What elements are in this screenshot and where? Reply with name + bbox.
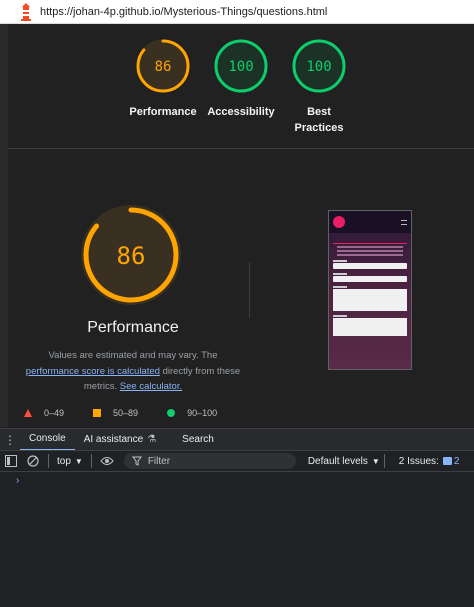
issues-button[interactable]: 2 Issues: 2 [399,456,460,467]
lighthouse-icon [21,2,31,21]
thumb-text [337,250,403,252]
legend-range: 50–89 [113,408,139,418]
sidebar-toggle-icon[interactable] [0,451,22,471]
gauge-label-line: Performance [129,106,197,118]
performance-score: 86 [117,242,146,270]
filter-icon [131,456,142,466]
thumb-label [333,315,347,317]
thumb-field [333,263,407,269]
filter-input[interactable]: Filter [123,453,296,469]
legend-range: 0–49 [44,408,65,418]
address-bar[interactable]: https://johan-4p.github.io/Mysterious-Th… [0,0,474,24]
dropdown-arrow-icon: ▼ [371,456,380,466]
gauge-score: 86 [155,59,172,75]
gauge-label-line: Best [307,106,331,118]
gauge-score: 100 [306,59,331,75]
thumb-menu-icon [401,219,407,225]
dropdown-arrow-icon: ▼ [74,456,83,466]
console-toolbar: top ▼ Filter Default levels ▼ 2 Issues: … [0,450,474,472]
thumb-divider [333,243,407,244]
gauge-label-line: Practices [294,122,344,134]
lighthouse-report: 86 Performance 100 Accessibility 100 Bes… [0,24,474,427]
see-calculator-link[interactable]: See calculator. [120,381,182,392]
tab-label: Console [29,433,66,444]
log-levels-dropdown[interactable]: Default levels ▼ [308,456,380,467]
thumb-label [333,286,347,288]
performance-large-gauge-icon: 86 [81,205,181,305]
gauge-accessibility[interactable]: 100 Accessibility [207,38,275,136]
tab-ai-assistance[interactable]: AI assistance ⚗ [75,429,165,451]
green-circle-icon [167,409,176,417]
desc-text: Values are estimated and may vary. The [48,350,218,361]
toolbar-separator [48,454,49,468]
thumb-logo [333,216,345,228]
legend-item-average: 50–89 [93,408,138,418]
score-calculation-link[interactable]: performance score is calculated [26,366,160,377]
thumb-label [333,260,347,262]
best-practices-gauge-icon: 100 [292,39,346,93]
accessibility-gauge-icon: 100 [214,39,268,93]
red-triangle-icon [24,409,32,417]
thumb-label [333,273,347,275]
vertical-divider [249,262,250,318]
section-divider [8,148,474,149]
issues-count: 2 [453,455,460,467]
tab-label: AI assistance [83,434,144,445]
toolbar-separator [383,454,385,468]
tab-label: Search [182,434,214,445]
tab-search[interactable]: Search [173,429,223,451]
orange-square-icon [93,409,102,417]
gauge-label: Performance [129,104,196,120]
drawer-tabbar: ⋮ Console AI assistance ⚗ Search [0,428,474,451]
url-text[interactable]: https://johan-4p.github.io/Mysterious-Th… [40,6,327,18]
issues-label: 2 Issues: [398,455,439,467]
console-prompt[interactable]: › [16,475,19,486]
score-legend: 0–49 50–89 90–100 [24,408,464,418]
thumb-textarea [333,318,407,336]
gauge-score: 100 [228,59,253,75]
context-value: top [57,455,71,467]
gauge-label-line: Accessibility [207,106,275,118]
page-screenshot-thumbnail[interactable] [328,210,412,370]
gauge-label: Accessibility [207,104,274,120]
filter-placeholder: Filter [147,455,171,467]
toolbar-separator [90,454,92,468]
thumb-field [333,276,407,282]
gauge-label: Best Practices [295,104,344,136]
console-output[interactable]: › [0,472,474,607]
issues-badge: 2 [442,455,460,467]
performance-description: Values are estimated and may vary. The p… [18,348,248,395]
thumb-select [333,289,407,311]
performance-title: Performance [87,319,179,336]
thumb-text [337,246,403,248]
context-selector[interactable]: top ▼ [53,456,87,467]
thumb-text [337,254,403,256]
tab-console[interactable]: Console [20,429,75,451]
legend-item-pass: 90–100 [167,408,217,418]
levels-label: Default levels [307,455,368,467]
gauge-performance[interactable]: 86 Performance [129,38,197,136]
legend-item-fail: 0–49 [24,408,64,418]
score-gauges: 86 Performance 100 Accessibility 100 Bes… [8,38,474,136]
eye-icon[interactable] [96,451,118,471]
gauge-best-practices[interactable]: 100 Best Practices [285,38,353,136]
performance-gauge-icon: 86 [136,39,190,93]
clear-console-icon[interactable] [22,451,44,471]
legend-range: 90–100 [187,408,218,418]
more-options-icon[interactable]: ⋮ [0,433,20,447]
thumb-nav [329,211,411,233]
flask-icon: ⚗ [147,434,157,445]
message-icon [442,457,452,465]
